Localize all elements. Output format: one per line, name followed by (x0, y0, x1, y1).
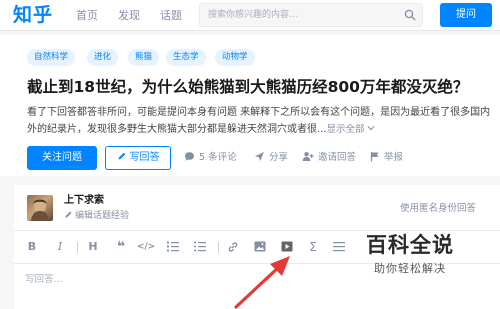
topic-tag[interactable]: 熊猫 (128, 49, 160, 66)
write-answer-button[interactable]: 写回答 (105, 146, 171, 170)
report-action[interactable]: 举报 (370, 146, 403, 170)
red-arrow-annotation (234, 256, 290, 309)
baike-watermark: 百科全说 助你轻松解决 (340, 230, 480, 290)
watermark-subtitle: 助你轻松解决 (374, 262, 446, 275)
anonymous-answer-link[interactable]: 使用匿名身份回答 (400, 203, 476, 215)
search-input[interactable] (208, 4, 388, 26)
search-box[interactable] (199, 3, 423, 27)
comment-icon (185, 152, 194, 161)
ordered-list-icon (167, 241, 179, 252)
pencil-icon (118, 152, 125, 160)
question-title: 截止到18世纪，为什么始熊猫到大熊猫历经800万年都没灭绝？ (27, 78, 469, 96)
question-card: 自然科学 进化 熊猫 生态学 动物学 截止到18世纪，为什么始熊猫到大熊猫历经8… (0, 35, 500, 176)
topic-tag[interactable]: 自然科学 (27, 49, 76, 66)
comments-action[interactable]: 5 条评论 (184, 146, 237, 170)
quote-button[interactable]: ❝ (110, 236, 132, 258)
nav-home[interactable]: 首页 (76, 0, 98, 31)
flag-icon (370, 152, 379, 162)
nav-explore[interactable]: 发现 (118, 0, 140, 31)
username[interactable]: 上下求索 (64, 194, 104, 208)
show-all-link[interactable]: 显示全部 (327, 124, 365, 135)
watermark-title: 百科全说 (366, 233, 454, 257)
code-button[interactable]: </> (135, 236, 157, 258)
invite-answer-action[interactable]: 邀请回答 (302, 146, 356, 170)
avatar[interactable] (27, 195, 53, 221)
share-icon (255, 152, 264, 161)
search-icon[interactable] (404, 9, 416, 21)
toolbar-separator (77, 242, 78, 253)
nav-topics[interactable]: 话题 (160, 0, 182, 31)
topic-tag[interactable]: 动物学 (215, 49, 255, 66)
chevron-down-icon[interactable] (367, 124, 375, 132)
italic-button[interactable]: I (49, 236, 71, 258)
question-description: 看了下回答都答非所问，可能是提问本身有问题 来解释下之所以会有这个问题，是因为最… (27, 104, 495, 138)
report-label: 举报 (384, 152, 404, 163)
share-action[interactable]: 分享 (254, 146, 288, 170)
formula-button[interactable]: Σ (302, 236, 324, 258)
invite-user-icon (302, 152, 314, 161)
heading-button[interactable]: H (82, 236, 104, 258)
write-answer-label: 写回答 (129, 152, 160, 163)
invite-answer-label: 邀请回答 (318, 152, 357, 163)
question-description-text: 看了下回答都答非所问，可能是提问本身有问题 来解释下之所以会有这个问题，是因为最… (27, 107, 491, 135)
answer-input-placeholder[interactable]: 写回答... (25, 273, 63, 287)
edit-topic-experience[interactable]: 编辑话题经验 (64, 210, 129, 222)
unordered-list-button[interactable] (189, 236, 211, 258)
toolbar-separator (218, 242, 219, 253)
top-header: 知乎 首页 发现 话题 提问 (0, 0, 500, 31)
share-label: 分享 (269, 152, 289, 163)
comments-label: 5 条评论 (199, 152, 237, 163)
follow-question-button[interactable]: 关注问题 (27, 146, 97, 170)
bold-button[interactable]: B (21, 236, 43, 258)
zhihu-logo[interactable]: 知乎 (13, 2, 53, 28)
topic-tag[interactable]: 进化 (87, 49, 119, 66)
edit-topic-experience-label: 编辑话题经验 (75, 211, 130, 221)
topic-tag[interactable]: 生态学 (166, 49, 206, 66)
ask-question-button[interactable]: 提问 (440, 3, 492, 27)
pencil-icon (65, 211, 72, 218)
unordered-list-icon (194, 241, 206, 252)
avatar-image-icon (31, 199, 49, 221)
ordered-list-button[interactable] (162, 236, 184, 258)
